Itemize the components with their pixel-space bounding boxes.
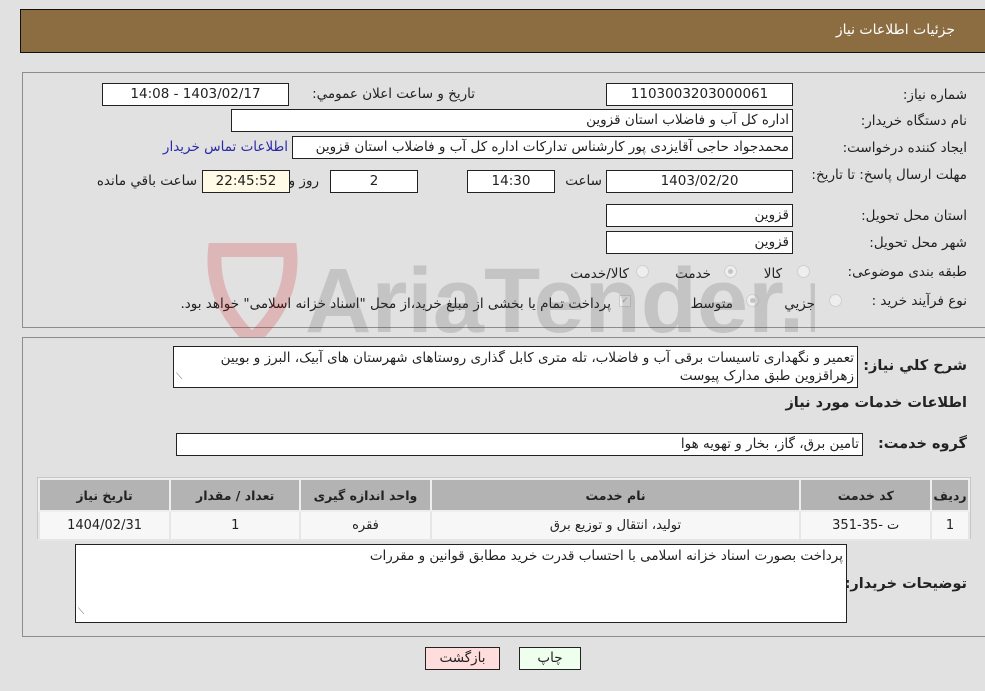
col-service-code: کد خدمت [799, 478, 933, 512]
category-option-goods: کالا [763, 266, 782, 282]
need-number-field: 1103003203000061 [606, 83, 793, 106]
col-quantity: تعداد / مقدار [169, 478, 302, 512]
creator-label: ايجاد کننده درخواست: [842, 140, 967, 156]
announce-date-label: تاريخ و ساعت اعلان عمومي: [312, 86, 475, 102]
province-field: قزوین [606, 204, 793, 227]
cell-service-code: ت -35-351 [799, 510, 933, 541]
city-label: شهر محل تحویل: [869, 235, 967, 251]
table-row: 1 ت -35-351 تولید، انتقال و توزیع برق فق… [37, 510, 970, 541]
process-option-minor: جزيي [784, 296, 815, 312]
col-row-number: رديف [930, 478, 970, 512]
city-field: قزوین [606, 231, 793, 254]
resize-grip-icon[interactable]: ⟋ [176, 368, 182, 386]
category-option-service: خدمت [675, 266, 711, 282]
category-radio-service[interactable] [724, 265, 737, 278]
col-need-date: تاريخ نياز [37, 478, 172, 512]
print-button[interactable]: چاپ [519, 647, 581, 670]
category-label: طبقه بندی موضوعی: [847, 264, 967, 280]
category-option-goods-service: کالا/خدمت [570, 266, 629, 282]
process-radio-minor[interactable] [829, 294, 842, 307]
buyer-notes-textarea[interactable]: پرداخت بصورت اسناد خزانه اسلامی با احتسا… [75, 544, 847, 623]
cell-need-date: 1404/02/31 [37, 510, 172, 541]
description-label: شرح کلي نياز: [863, 358, 967, 374]
services-section-title: اطلاعات خدمات مورد نياز [785, 395, 967, 411]
buyer-org-label: نام دستگاه خريدار: [860, 113, 967, 129]
services-table-wrap: رديف کد خدمت نام خدمت واحد اندازه گيری ت… [37, 477, 971, 541]
cell-row-number: 1 [930, 510, 970, 541]
resize-grip-icon[interactable]: ⟋ [78, 603, 84, 621]
announce-date-field: 1403/02/17 - 14:08 [102, 83, 289, 106]
description-text: تعمیر و نگهداری تاسیسات برقی آب و فاضلاب… [220, 350, 854, 384]
buyer-notes-label: توضيحات خريدار: [844, 576, 967, 592]
category-radio-goods-service[interactable] [636, 265, 649, 278]
deadline-time-label: ساعت [565, 173, 602, 189]
back-button[interactable]: بازگشت [425, 647, 500, 670]
deadline-label: مهلت ارسال پاسخ: تا تاریخ: [811, 167, 967, 183]
deadline-time-field: 14:30 [467, 170, 555, 193]
service-group-field: تامین برق، گاز، بخار و تهویه هوا [176, 433, 863, 456]
days-remaining-field: 2 [330, 170, 418, 193]
province-label: استان محل تحویل: [861, 208, 967, 224]
description-textarea[interactable]: تعمیر و نگهداری تاسیسات برقی آب و فاضلاب… [173, 346, 858, 388]
services-table: رديف کد خدمت نام خدمت واحد اندازه گيری ت… [37, 478, 970, 541]
col-unit: واحد اندازه گيری [299, 478, 432, 512]
table-header-row: رديف کد خدمت نام خدمت واحد اندازه گيری ت… [37, 478, 970, 512]
cell-unit: فقره [299, 510, 432, 541]
process-radio-medium[interactable] [746, 294, 759, 307]
buyer-contact-link[interactable]: اطلاعات تماس خریدار [163, 139, 288, 155]
col-service-name: نام خدمت [429, 478, 802, 512]
buyer-org-field: اداره کل آب و فاضلاب استان قزوین [231, 109, 793, 132]
days-label: روز و [288, 173, 319, 189]
category-radio-goods[interactable] [797, 265, 810, 278]
remaining-time-label: ساعت باقي مانده [96, 173, 197, 189]
treasury-checkbox[interactable]: ✓ [619, 295, 631, 307]
process-label: نوع فرآيند خريد : [871, 293, 967, 309]
need-number-label: شماره نیاز: [902, 87, 967, 103]
service-group-label: گروه خدمت: [877, 436, 967, 452]
page-header: جزئیات اطلاعات نیاز [20, 9, 985, 53]
cell-quantity: 1 [169, 510, 302, 541]
creator-field: محمدجواد حاجی آقایزدی پور کارشناس تدارکا… [292, 136, 793, 159]
process-option-medium: متوسط [690, 296, 733, 312]
deadline-date-field: 1403/02/20 [606, 170, 793, 193]
cell-service-name: تولید، انتقال و توزیع برق [429, 510, 802, 541]
page-title: جزئیات اطلاعات نیاز [835, 22, 955, 38]
buyer-notes-text: پرداخت بصورت اسناد خزانه اسلامی با احتسا… [369, 548, 843, 564]
remaining-time-field: 22:45:52 [202, 170, 290, 193]
treasury-note: پرداخت تمام یا بخشی از مبلغ خرید،از محل … [180, 296, 611, 312]
